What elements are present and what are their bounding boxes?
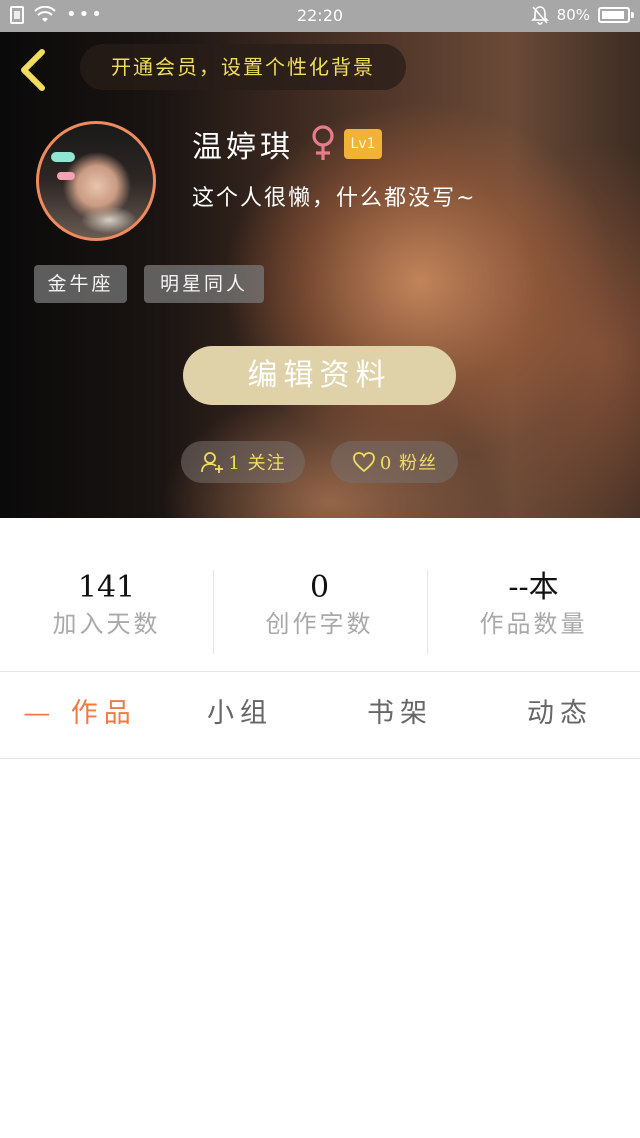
status-right: 80% [530,5,634,25]
tag-zodiac[interactable]: 金牛座 [34,265,127,303]
tab-works[interactable]: — 作品 — [0,672,160,813]
profile-tabs: — 作品 — 小组 书架 动态 [0,672,640,813]
female-symbol-icon [312,125,334,160]
stat-value: 0 [309,570,330,605]
following-label: 1 关注 [228,453,286,474]
edit-profile-button[interactable]: 编辑资料 [183,346,456,405]
stat-label: 作品数量 [479,610,588,638]
tab-feed[interactable]: 动态 [480,672,640,758]
stat-value: --本 [508,570,559,605]
avatar[interactable] [36,121,156,241]
user-add-icon [201,452,224,473]
stat-works-count: --本 作品数量 [427,570,640,642]
stat-value: 141 [77,570,136,605]
status-bar: ••• 22:20 80% [0,0,640,32]
chevron-left-icon[interactable] [14,46,54,92]
stat-label: 创作字数 [265,610,374,638]
username: 温婷琪 [192,130,294,165]
stat-days-joined: 141 加入天数 [0,570,213,642]
vip-banner[interactable]: 开通会员，设置个性化背景 [80,44,406,90]
user-bio: 这个人很懒，什么都没写~ [192,186,477,211]
level-badge: Lv1 [344,129,382,159]
stat-label: 加入天数 [52,610,161,638]
battery-percent: 80% [556,6,590,24]
fans-button[interactable]: 0 粉丝 [331,441,458,483]
following-button[interactable]: 1 关注 [181,441,305,483]
tag-fandom[interactable]: 明星同人 [144,265,264,303]
silent-bell-icon [530,6,549,25]
tab-group[interactable]: 小组 [160,672,320,758]
stat-word-count: 0 创作字数 [213,570,426,642]
tab-bookshelf[interactable]: 书架 [320,672,480,758]
heart-icon [353,452,375,473]
battery-icon [598,7,634,23]
fans-label: 0 粉丝 [379,453,438,474]
works-content-area [0,759,640,1138]
profile-header: 开通会员，设置个性化背景 温婷琪 Lv1 这个人很懒，什么都没写~ 金牛座 明星… [0,32,640,518]
stats-row: 141 加入天数 0 创作字数 --本 作品数量 [0,518,640,671]
